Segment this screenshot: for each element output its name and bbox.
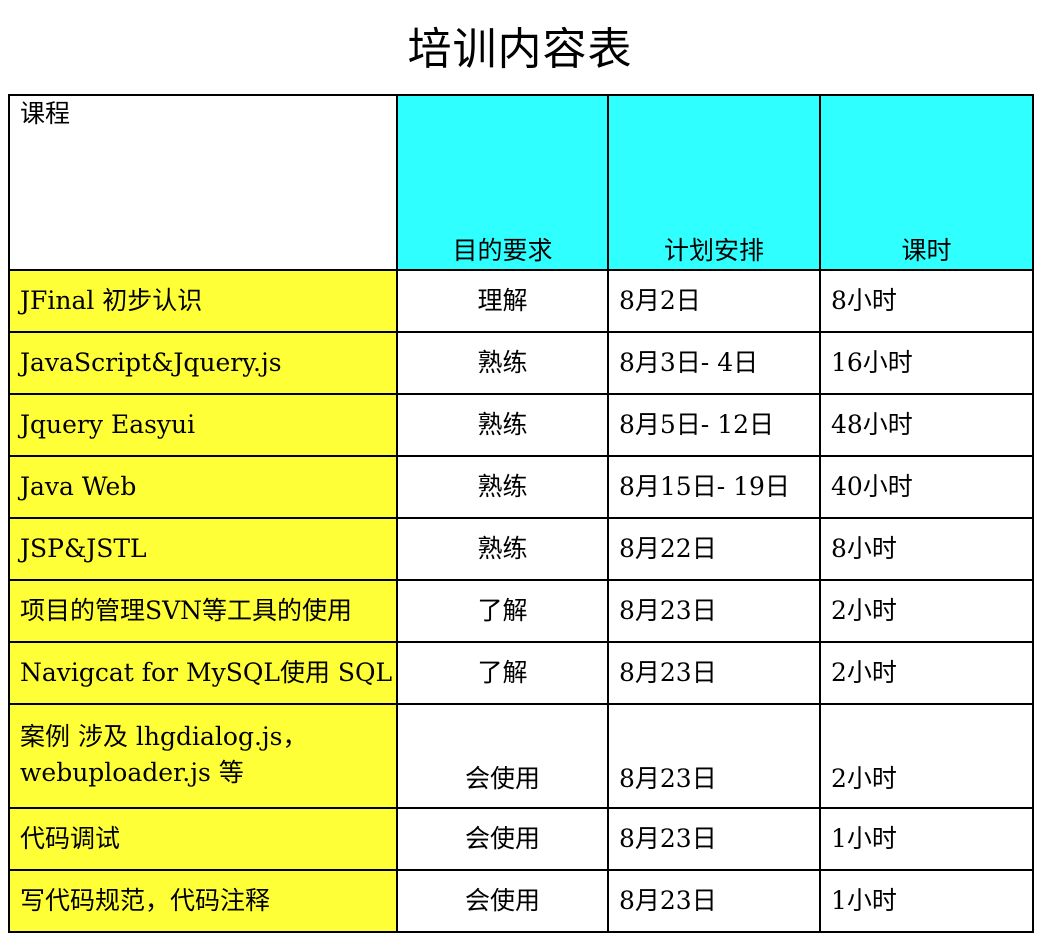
course-cell: 案例 涉及 lhgdialog.js，webuploader.js 等: [8, 703, 398, 809]
goal-cell: 熟练: [396, 517, 609, 581]
goal-cell: 了解: [396, 641, 609, 705]
table-row: Navigcat for MySQL使用 SQL 了解 8月23日 2小时: [8, 641, 1034, 705]
table-header-row: 课程 目的要求 计划安排 课时: [8, 94, 1034, 271]
training-table: 课程 目的要求 计划安排 课时 JFinal 初步认识 理解 8月2日 8小时 …: [8, 94, 1034, 933]
course-cell: JavaScript&Jquery.js: [8, 331, 398, 395]
course-cell: Jquery Easyui: [8, 393, 398, 457]
plan-cell: 8月23日: [607, 579, 821, 643]
table-row: 代码调试 会使用 8月23日 1小时: [8, 807, 1034, 871]
hours-cell: 8小时: [819, 269, 1034, 333]
course-cell: JFinal 初步认识: [8, 269, 398, 333]
hours-cell: 2小时: [819, 641, 1034, 705]
hours-cell: 1小时: [819, 807, 1034, 871]
table-row: 案例 涉及 lhgdialog.js，webuploader.js 等 会使用 …: [8, 703, 1034, 809]
plan-cell: 8月3日- 4日: [607, 331, 821, 395]
header-course: 课程: [8, 94, 398, 271]
goal-cell: 会使用: [396, 807, 609, 871]
hours-cell: 2小时: [819, 703, 1034, 809]
plan-cell: 8月23日: [607, 869, 821, 933]
goal-cell: 了解: [396, 579, 609, 643]
table-row: 写代码规范，代码注释 会使用 8月23日 1小时: [8, 869, 1034, 933]
plan-cell: 8月23日: [607, 641, 821, 705]
goal-cell: 熟练: [396, 455, 609, 519]
page-title: 培训内容表: [407, 24, 633, 75]
hours-cell: 8小时: [819, 517, 1034, 581]
hours-cell: 16小时: [819, 331, 1034, 395]
hours-cell: 40小时: [819, 455, 1034, 519]
goal-cell: 熟练: [396, 331, 609, 395]
plan-cell: 8月23日: [607, 807, 821, 871]
table-row: JFinal 初步认识 理解 8月2日 8小时: [8, 269, 1034, 333]
table-row: Java Web 熟练 8月15日- 19日 40小时: [8, 455, 1034, 519]
hours-cell: 48小时: [819, 393, 1034, 457]
header-hours: 课时: [819, 94, 1034, 271]
table-row: JavaScript&Jquery.js 熟练 8月3日- 4日 16小时: [8, 331, 1034, 395]
table-row: 项目的管理SVN等工具的使用 了解 8月23日 2小时: [8, 579, 1034, 643]
hours-cell: 1小时: [819, 869, 1034, 933]
course-cell: 项目的管理SVN等工具的使用: [8, 579, 398, 643]
hours-cell: 2小时: [819, 579, 1034, 643]
table-row: Jquery Easyui 熟练 8月5日- 12日 48小时: [8, 393, 1034, 457]
goal-cell: 理解: [396, 269, 609, 333]
course-cell: 写代码规范，代码注释: [8, 869, 398, 933]
goal-cell: 会使用: [396, 703, 609, 809]
goal-cell: 会使用: [396, 869, 609, 933]
plan-cell: 8月22日: [607, 517, 821, 581]
course-cell: 代码调试: [8, 807, 398, 871]
plan-cell: 8月2日: [607, 269, 821, 333]
plan-cell: 8月15日- 19日: [607, 455, 821, 519]
table-row: JSP&JSTL 熟练 8月22日 8小时: [8, 517, 1034, 581]
header-goal: 目的要求: [396, 94, 609, 271]
plan-cell: 8月23日: [607, 703, 821, 809]
plan-cell: 8月5日- 12日: [607, 393, 821, 457]
course-cell: Navigcat for MySQL使用 SQL: [8, 641, 398, 705]
course-cell: Java Web: [8, 455, 398, 519]
course-cell: JSP&JSTL: [8, 517, 398, 581]
header-plan: 计划安排: [607, 94, 821, 271]
goal-cell: 熟练: [396, 393, 609, 457]
